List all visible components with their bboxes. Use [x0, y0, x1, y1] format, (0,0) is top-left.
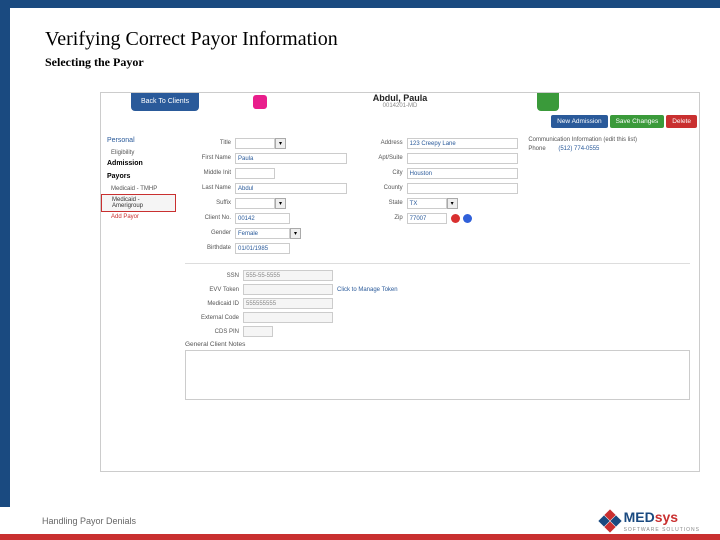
footer-red-bar: [0, 534, 720, 540]
input-gender[interactable]: Female: [235, 228, 290, 239]
label-cds: CDS PIN: [185, 329, 243, 335]
form-col-left: Title ▾ First NamePaula Middle Init Last …: [185, 137, 347, 257]
label-phone: Phone: [528, 146, 558, 152]
slide-top-bar: [0, 0, 720, 8]
label-lastname: Last Name: [185, 185, 235, 191]
sidebar-item-admission[interactable]: Admission: [101, 158, 176, 169]
input-apt[interactable]: [407, 153, 519, 164]
new-admission-button[interactable]: New Admission: [551, 115, 607, 128]
label-zip: Zip: [357, 215, 407, 221]
sidebar-payor-tmhp[interactable]: Medicaid - TMHP: [101, 184, 176, 194]
validate-icon[interactable]: [451, 214, 460, 223]
input-ext-code[interactable]: [243, 312, 333, 323]
input-address[interactable]: 123 Creepy Lane: [407, 138, 519, 149]
sidebar-nav: Personal Eligibility Admission Payors Me…: [101, 135, 176, 222]
manage-token-link[interactable]: Click to Manage Token: [337, 287, 398, 293]
form-col-right: Communication Information (edit this lis…: [528, 137, 690, 257]
input-state[interactable]: TX: [407, 198, 447, 209]
label-ext-code: External Code: [185, 315, 243, 321]
sidebar-item-eligibility[interactable]: Eligibility: [101, 148, 176, 158]
input-medicaid[interactable]: 555555555: [243, 298, 333, 309]
logo-text-sys: sys: [655, 509, 678, 525]
label-evv: EVV Token: [185, 287, 243, 293]
zip-action-icons: [451, 214, 472, 223]
label-birthdate: Birthdate: [185, 245, 235, 251]
label-suffix: Suffix: [185, 200, 235, 206]
map-icon[interactable]: [463, 214, 472, 223]
save-changes-button[interactable]: Save Changes: [610, 115, 665, 128]
logo-text-med: MED: [624, 509, 655, 525]
slide-footer: Handling Payor Denials MEDsys SOFTWARE S…: [0, 507, 720, 540]
patient-id: 0014201-MD: [101, 103, 699, 109]
input-city[interactable]: Houston: [407, 168, 519, 179]
label-ssn: SSN: [185, 273, 243, 279]
patient-header: Abdul, Paula 0014201-MD: [101, 93, 699, 109]
sidebar-item-payors[interactable]: Payors: [101, 171, 176, 182]
app-screenshot: Back To Clients Abdul, Paula 0014201-MD …: [100, 92, 700, 472]
label-firstname: First Name: [185, 155, 235, 161]
label-middle: Middle Init: [185, 170, 235, 176]
form-security-section: SSN555-55-5555 EVV Token Click to Manage …: [185, 270, 690, 337]
sidebar-item-personal[interactable]: Personal: [101, 135, 176, 146]
chevron-down-icon[interactable]: ▾: [275, 138, 286, 149]
slide-left-spacer: [10, 8, 40, 507]
label-title: Title: [185, 140, 235, 146]
input-county[interactable]: [407, 183, 519, 194]
footer-text: Handling Payor Denials: [42, 516, 600, 526]
patient-name: Abdul, Paula: [101, 93, 699, 103]
logo-tagline: SOFTWARE SOLUTIONS: [624, 527, 700, 533]
input-birthdate[interactable]: 01/01/1985: [235, 243, 290, 254]
app-header: Back To Clients Abdul, Paula 0014201-MD: [101, 93, 699, 111]
comm-info-header[interactable]: Communication Information (edit this lis…: [528, 137, 690, 143]
medsys-logo: MEDsys SOFTWARE SOLUTIONS: [600, 509, 700, 533]
delete-button[interactable]: Delete: [666, 115, 697, 128]
label-city: City: [357, 170, 407, 176]
value-phone: (512) 774-0555: [558, 146, 599, 152]
label-gender: Gender: [185, 230, 235, 236]
input-cds[interactable]: [243, 326, 273, 337]
page-subtitle: Selecting the Payor: [45, 55, 338, 70]
sidebar-add-payor[interactable]: Add Payor: [101, 212, 176, 222]
label-county: County: [357, 185, 407, 191]
label-clientno: Client No.: [185, 215, 235, 221]
input-middle[interactable]: [235, 168, 275, 179]
chevron-down-icon[interactable]: ▾: [447, 198, 458, 209]
action-buttons: New Admission Save Changes Delete: [551, 115, 697, 128]
label-state: State: [357, 200, 407, 206]
label-notes: General Client Notes: [185, 341, 690, 348]
input-evv[interactable]: [243, 284, 333, 295]
form-divider: [185, 263, 690, 264]
label-medicaid: Medicaid ID: [185, 301, 243, 307]
input-zip[interactable]: 77007: [407, 213, 447, 224]
input-title[interactable]: [235, 138, 275, 149]
label-apt: Apt/Suite: [357, 155, 407, 161]
sidebar-payor-amerigroup[interactable]: Medicaid - Amerigroup: [101, 194, 176, 212]
input-notes[interactable]: [185, 350, 690, 400]
chevron-down-icon[interactable]: ▾: [275, 198, 286, 209]
input-lastname[interactable]: Abdul: [235, 183, 347, 194]
input-clientno[interactable]: 00142: [235, 213, 290, 224]
status-icon: [537, 93, 559, 111]
form-col-mid: Address123 Creepy Lane Apt/Suite CityHou…: [357, 137, 519, 257]
form-main: Title ▾ First NamePaula Middle Init Last …: [181, 133, 694, 404]
label-address: Address: [357, 140, 407, 146]
logo-icon: [600, 511, 620, 531]
title-block: Verifying Correct Payor Information Sele…: [45, 28, 338, 70]
input-suffix[interactable]: [235, 198, 275, 209]
input-firstname[interactable]: Paula: [235, 153, 347, 164]
chevron-down-icon[interactable]: ▾: [290, 228, 301, 239]
input-ssn[interactable]: 555-55-5555: [243, 270, 333, 281]
slide-left-bar: [0, 0, 10, 507]
page-title: Verifying Correct Payor Information: [45, 28, 338, 51]
